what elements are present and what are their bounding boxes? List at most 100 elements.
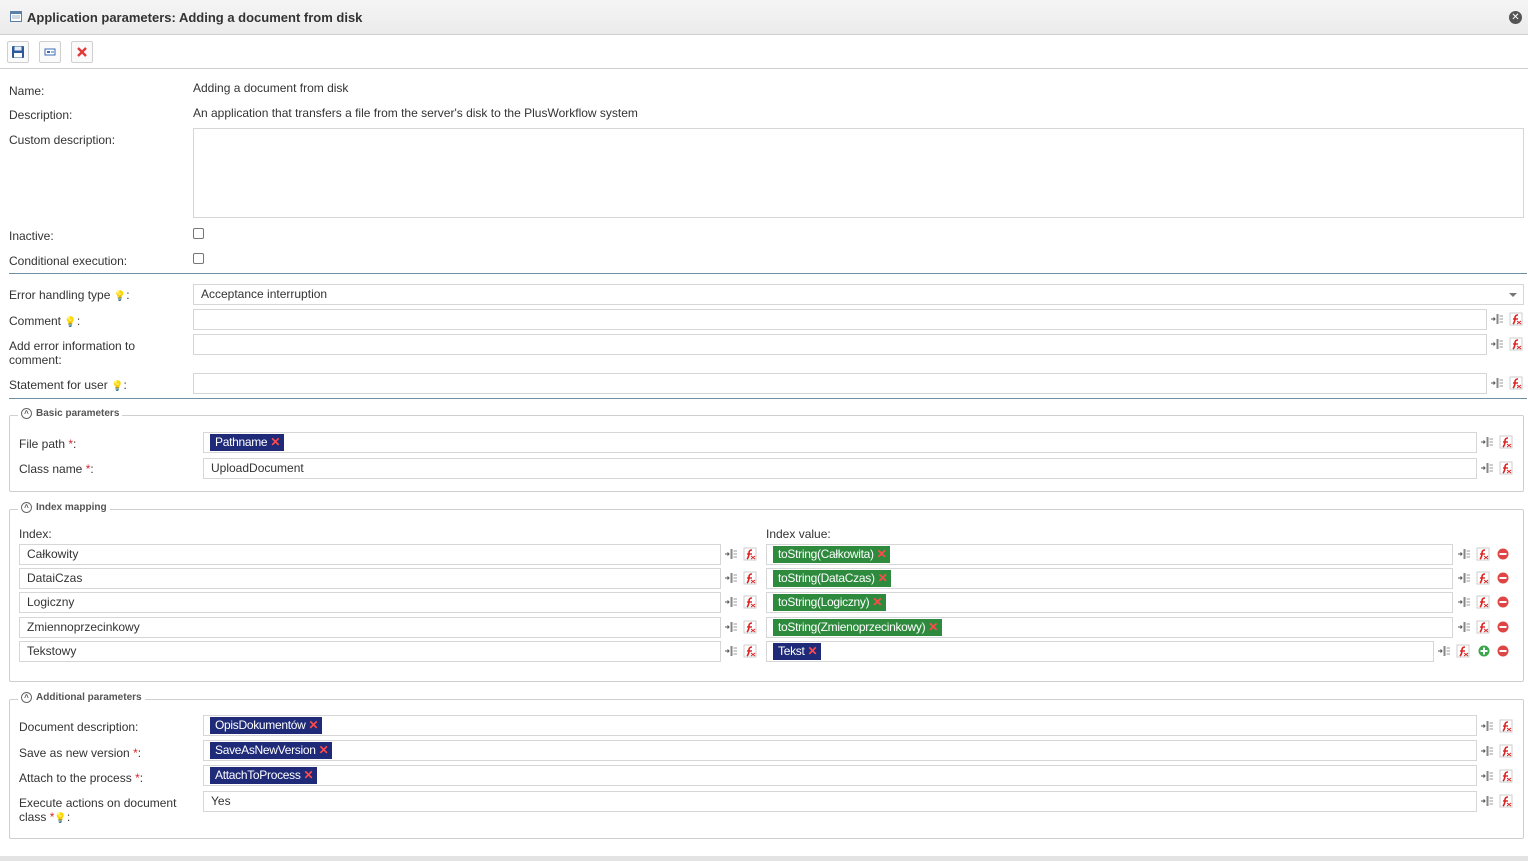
function-editor-icon[interactable]: [743, 547, 757, 561]
chip-remove-icon[interactable]: ✕: [309, 718, 319, 732]
hint-bulb-icon[interactable]: 💡: [64, 317, 76, 328]
insert-variable-icon[interactable]: [724, 595, 738, 609]
insert-variable-icon[interactable]: [1480, 435, 1494, 449]
custom-description-textarea[interactable]: [193, 128, 1524, 218]
insert-variable-icon[interactable]: [1490, 376, 1504, 390]
function-editor-icon[interactable]: [1509, 337, 1523, 351]
class-name-input[interactable]: UploadDocument: [203, 458, 1477, 479]
close-window-icon[interactable]: ✕: [1509, 11, 1522, 24]
insert-variable-icon[interactable]: [724, 547, 738, 561]
inactive-checkbox[interactable]: [193, 228, 204, 239]
insert-variable-icon[interactable]: [1480, 461, 1494, 475]
remove-row-icon[interactable]: [1497, 572, 1509, 584]
insert-variable-icon[interactable]: [724, 620, 738, 634]
add-error-info-input[interactable]: [193, 334, 1487, 355]
hint-bulb-icon[interactable]: 💡: [54, 813, 66, 824]
error-handling-type-select[interactable]: Acceptance interruption: [193, 284, 1524, 305]
chip-remove-icon[interactable]: ✕: [872, 595, 882, 609]
preview-button[interactable]: [39, 41, 61, 63]
insert-variable-icon[interactable]: [724, 571, 738, 585]
function-editor-icon[interactable]: [1499, 794, 1513, 808]
function-editor-icon[interactable]: [1476, 547, 1490, 561]
add-row-icon[interactable]: [1478, 645, 1490, 657]
cancel-button[interactable]: [71, 41, 93, 63]
index-value-input[interactable]: toString(Logiczny) ✕: [766, 592, 1453, 613]
attach-to-process-label: Attach to the process *:: [19, 771, 144, 785]
insert-variable-icon[interactable]: [1437, 644, 1451, 658]
index-value-input[interactable]: toString(Zmienoprzecinkowy) ✕: [766, 617, 1453, 638]
insert-variable-icon[interactable]: [724, 644, 738, 658]
remove-row-icon[interactable]: [1497, 548, 1509, 560]
floppy-disk-icon: [12, 46, 24, 58]
conditional-execution-checkbox[interactable]: [193, 253, 204, 264]
remove-row-icon[interactable]: [1497, 621, 1509, 633]
chip-remove-icon[interactable]: ✕: [270, 435, 280, 449]
function-editor-icon[interactable]: [743, 571, 757, 585]
function-editor-icon[interactable]: [1509, 376, 1523, 390]
chip-remove-icon[interactable]: ✕: [319, 743, 329, 757]
expression-chip: toString(Logiczny) ✕: [773, 594, 887, 611]
chip-remove-icon[interactable]: ✕: [304, 768, 314, 782]
function-editor-icon[interactable]: [743, 644, 757, 658]
insert-variable-icon[interactable]: [1457, 620, 1471, 634]
insert-variable-icon[interactable]: [1490, 337, 1504, 351]
chip-remove-icon[interactable]: ✕: [878, 571, 888, 585]
function-editor-icon[interactable]: [1476, 620, 1490, 634]
description-label: Description:: [9, 108, 73, 122]
function-editor-icon[interactable]: [743, 620, 757, 634]
save-as-new-version-input[interactable]: SaveAsNewVersion ✕: [203, 740, 1477, 761]
index-input[interactable]: Tekstowy: [19, 641, 721, 662]
window-title: Application parameters: Adding a documen…: [27, 10, 363, 25]
index-value-input[interactable]: toString(Całkowita) ✕: [766, 544, 1453, 565]
function-editor-icon[interactable]: [1499, 719, 1513, 733]
index-input[interactable]: Całkowity: [19, 544, 721, 565]
comment-input[interactable]: [193, 309, 1487, 330]
attach-to-process-input[interactable]: AttachToProcess ✕: [203, 765, 1477, 786]
chip-remove-icon[interactable]: ✕: [808, 644, 818, 658]
document-description-input[interactable]: OpisDokumentów ✕: [203, 715, 1477, 736]
index-input[interactable]: Zmiennoprzecinkowy: [19, 617, 721, 638]
document-description-label: Document description:: [19, 720, 139, 734]
function-editor-icon[interactable]: [1499, 461, 1513, 475]
collapse-icon[interactable]: ^: [21, 692, 32, 703]
chip-remove-icon[interactable]: ✕: [928, 620, 938, 634]
function-editor-icon[interactable]: [1499, 769, 1513, 783]
function-editor-icon[interactable]: [1509, 312, 1523, 326]
index-input[interactable]: Logiczny: [19, 592, 721, 613]
insert-variable-icon[interactable]: [1480, 794, 1494, 808]
function-editor-icon[interactable]: [1499, 744, 1513, 758]
hint-bulb-icon[interactable]: 💡: [114, 291, 126, 302]
remove-row-icon[interactable]: [1497, 645, 1509, 657]
collapse-icon[interactable]: ^: [21, 502, 32, 513]
additional-parameters-legend[interactable]: ^ Additional parameters: [18, 692, 145, 703]
index-value-input[interactable]: toString(DataCzas) ✕: [766, 568, 1453, 589]
insert-variable-icon[interactable]: [1457, 571, 1471, 585]
hint-bulb-icon[interactable]: 💡: [111, 381, 123, 392]
expression-chip: Tekst ✕: [773, 643, 822, 660]
insert-variable-icon[interactable]: [1457, 595, 1471, 609]
insert-variable-icon[interactable]: [1480, 719, 1494, 733]
function-editor-icon[interactable]: [1456, 644, 1470, 658]
basic-parameters-legend[interactable]: ^ Basic parameters: [18, 408, 123, 419]
index-value-input[interactable]: Tekst ✕: [766, 641, 1434, 662]
save-button[interactable]: [7, 41, 29, 63]
function-editor-icon[interactable]: [743, 595, 757, 609]
remove-row-icon[interactable]: [1497, 596, 1509, 608]
function-editor-icon[interactable]: [1476, 571, 1490, 585]
insert-variable-icon[interactable]: [1457, 547, 1471, 561]
chip-remove-icon[interactable]: ✕: [877, 547, 887, 561]
collapse-icon[interactable]: ^: [21, 408, 32, 419]
add-error-info-label: Add error information to comment:: [9, 339, 136, 367]
insert-variable-icon[interactable]: [1480, 744, 1494, 758]
statement-for-user-input[interactable]: [193, 373, 1487, 394]
index-mapping-legend[interactable]: ^ Index mapping: [18, 502, 110, 513]
file-path-input[interactable]: Pathname ✕: [203, 432, 1477, 453]
function-editor-icon[interactable]: [1499, 435, 1513, 449]
expression-chip: toString(DataCzas) ✕: [773, 570, 892, 587]
insert-variable-icon[interactable]: [1490, 312, 1504, 326]
index-input[interactable]: DataiCzas: [19, 568, 721, 589]
function-editor-icon[interactable]: [1476, 595, 1490, 609]
expression-chip: toString(Zmienoprzecinkowy) ✕: [773, 619, 943, 636]
insert-variable-icon[interactable]: [1480, 769, 1494, 783]
execute-actions-input[interactable]: Yes: [203, 791, 1477, 812]
